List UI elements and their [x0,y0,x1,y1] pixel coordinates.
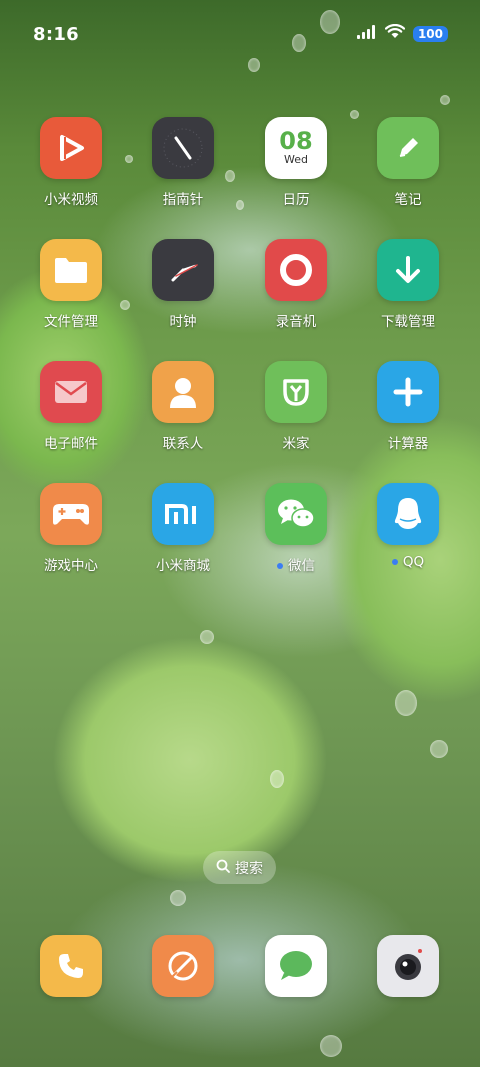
dock-browser[interactable] [127,935,239,997]
app-label: 下载管理 [381,314,435,330]
compass-icon [152,117,214,179]
app-label: 联系人 [162,436,204,452]
status-time: 8:16 [33,24,79,45]
play-icon [40,117,102,179]
notification-dot [391,559,398,565]
status-bar: 8:16 100 [0,0,480,64]
calendar-weekday: Wed [284,153,308,166]
calendar-icon: 08 Wed [265,117,327,179]
app-label: 游戏中心 [44,558,98,574]
browser-icon [152,935,214,997]
app-label: 小米视频 [44,192,98,208]
app-label: 指南针 [162,192,204,208]
app-label: 录音机 [275,314,317,330]
search-icon [216,859,230,877]
app-label: 日历 [282,192,310,208]
qq-icon [377,483,439,545]
app-compass[interactable]: 指南针 [127,117,239,208]
app-label: QQ [352,554,464,570]
camera-icon [377,935,439,997]
mijia-icon [265,361,327,423]
app-qq[interactable]: QQ [352,483,464,570]
app-label: 电子邮件 [44,436,98,452]
contact-icon [152,361,214,423]
app-label: 微信 [240,554,352,574]
app-mi-video[interactable]: 小米视频 [15,117,127,208]
app-mi-store[interactable]: 小米商城 [127,483,239,574]
search-label: 搜索 [235,860,263,877]
app-contacts[interactable]: 联系人 [127,361,239,452]
signal-icon [356,24,377,43]
message-icon [265,935,327,997]
battery-icon: 100 [412,25,448,42]
dock-phone[interactable] [15,935,127,997]
app-recorder[interactable]: 录音机 [240,239,352,330]
app-label: 时钟 [169,314,197,330]
search-button[interactable]: 搜索 [203,851,276,884]
mail-icon [40,361,102,423]
download-icon [377,239,439,301]
wifi-icon [384,23,406,43]
app-email[interactable]: 电子邮件 [15,361,127,452]
plus-icon [377,361,439,423]
pencil-icon [377,117,439,179]
clock-icon [152,239,214,301]
app-game-center[interactable]: 游戏中心 [15,483,127,574]
app-notes[interactable]: 笔记 [352,117,464,208]
app-label: 小米商城 [156,558,210,574]
app-label-text: 微信 [288,558,315,574]
app-label: 计算器 [387,436,429,452]
dock-camera[interactable] [352,935,464,997]
status-icons: 100 [356,23,448,43]
folder-icon [40,239,102,301]
wechat-icon [265,483,327,545]
app-label: 笔记 [394,192,422,208]
record-icon [265,239,327,301]
app-clock[interactable]: 时钟 [127,239,239,330]
app-calendar[interactable]: 08 Wed 日历 [240,117,352,208]
app-label: 文件管理 [44,314,98,330]
calendar-date: 08 [279,127,313,155]
app-file-manager[interactable]: 文件管理 [15,239,127,330]
app-label: 米家 [282,436,310,452]
mi-icon [152,483,214,545]
gamepad-icon [40,483,102,545]
app-label-text: QQ [402,554,425,570]
app-downloads[interactable]: 下载管理 [352,239,464,330]
app-mijia[interactable]: 米家 [240,361,352,452]
notification-dot [277,563,283,569]
phone-icon [40,935,102,997]
app-calculator[interactable]: 计算器 [352,361,464,452]
dock-messages[interactable] [240,935,352,997]
app-wechat[interactable]: 微信 [240,483,352,574]
